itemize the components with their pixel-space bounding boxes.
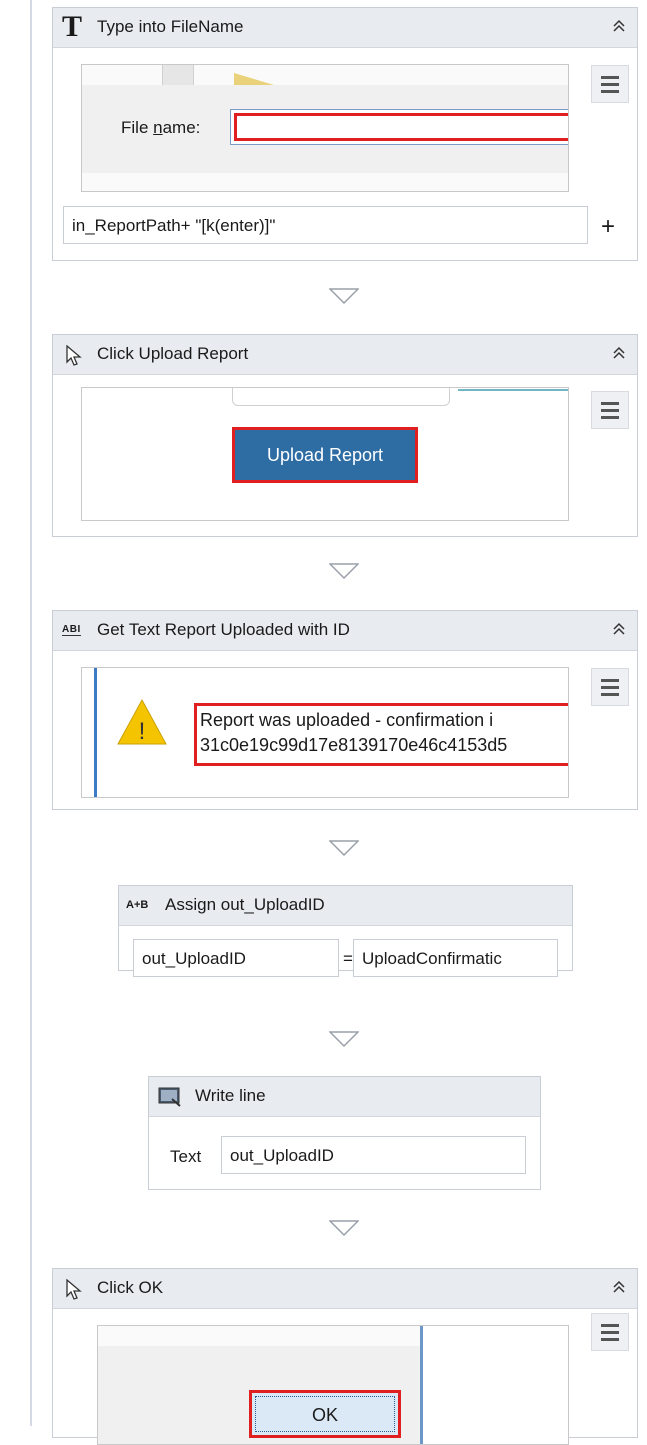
type-into-icon: T: [62, 10, 83, 43]
screenshot-divider: [420, 1326, 423, 1444]
upload-report-label: Upload Report: [266, 445, 384, 465]
sequence-connector-line: [30, 0, 32, 1426]
screenshot-toolbar-strip: [82, 65, 568, 85]
activity-menu-button[interactable]: [591, 1313, 629, 1351]
upload-report-target-button[interactable]: Upload Report: [232, 427, 418, 483]
activity-click-ok[interactable]: Click OK OK: [52, 1268, 638, 1445]
activity-type-into-filename[interactable]: T Type into FileName File name: in_Repor…: [52, 7, 638, 261]
get-text-icon: ABI: [62, 624, 81, 636]
click-cursor-icon: [66, 345, 82, 366]
add-expression-button[interactable]: +: [593, 212, 623, 242]
warning-mark: !: [138, 718, 146, 745]
flow-down-arrow-icon: [329, 288, 359, 304]
file-name-label: File name:: [121, 118, 201, 137]
activity-title: Write line: [195, 1086, 266, 1105]
flow-down-arrow-icon: [329, 840, 359, 856]
screenshot-input-outline: [232, 388, 450, 406]
file-name-mnemonic: n: [153, 118, 163, 137]
activity-menu-button[interactable]: [591, 391, 629, 429]
assign-equals-sign: =: [343, 949, 353, 968]
activity-get-text[interactable]: ABI Get Text Report Uploaded with ID ! R…: [52, 610, 638, 810]
collapse-chevron-icon[interactable]: [611, 621, 627, 637]
activity-title: Type into FileName: [97, 17, 244, 36]
screenshot-bottom-strip: [82, 173, 568, 191]
collapse-chevron-icon[interactable]: [611, 18, 627, 34]
write-line-icon: [158, 1087, 181, 1107]
activity-menu-button[interactable]: [591, 668, 629, 706]
ok-target-button[interactable]: OK: [249, 1390, 401, 1438]
target-screenshot: ! Report was uploaded - confirmation i 3…: [81, 667, 569, 798]
activity-menu-button[interactable]: [591, 65, 629, 103]
screenshot-top-strip: [98, 1326, 420, 1346]
collapse-chevron-icon[interactable]: [611, 1279, 627, 1295]
target-screenshot: OK: [97, 1325, 569, 1445]
ok-label: OK: [311, 1405, 338, 1425]
activity-click-upload-report[interactable]: Click Upload Report Upload Report: [52, 334, 638, 537]
click-cursor-icon: [66, 1279, 82, 1300]
flow-down-arrow-icon: [329, 1031, 359, 1047]
activity-header[interactable]: T Type into FileName: [53, 8, 637, 48]
activity-header[interactable]: Click OK: [53, 1269, 637, 1309]
activity-assign[interactable]: A+B Assign out_UploadID out_UploadID = U…: [118, 885, 573, 977]
activity-write-line[interactable]: Write line Text out_UploadID: [148, 1076, 541, 1190]
confirmation-line-1: Report was uploaded - confirmation i: [200, 710, 494, 730]
text-expression-field[interactable]: in_ReportPath+ "[k(enter)]": [63, 206, 588, 244]
confirmation-line-2: 31c0e19c99d17e8139170e46c4153d5: [200, 735, 508, 755]
screenshot-left-bar: [94, 668, 97, 797]
screenshot-accent-line: [458, 389, 568, 391]
assign-to-field[interactable]: out_UploadID: [133, 939, 339, 977]
activity-title: Assign out_UploadID: [165, 895, 325, 914]
assign-icon: A+B: [126, 899, 149, 911]
selection-highlight: [234, 113, 568, 141]
activity-header[interactable]: Write line: [149, 1077, 540, 1117]
write-line-text-field[interactable]: out_UploadID: [221, 1136, 526, 1174]
text-label: Text: [170, 1147, 202, 1166]
screenshot-toolbar-tab: [162, 65, 194, 85]
folder-hint-icon: [234, 73, 274, 85]
assign-value-field[interactable]: UploadConfirmatic: [353, 939, 558, 977]
activity-header[interactable]: A+B Assign out_UploadID: [119, 886, 572, 926]
activity-header[interactable]: Click Upload Report: [53, 335, 637, 375]
flow-down-arrow-icon: [329, 1220, 359, 1236]
file-name-target-input[interactable]: [230, 109, 568, 145]
activity-title: Click OK: [97, 1278, 164, 1297]
target-screenshot: File name:: [81, 64, 569, 192]
activity-title: Get Text Report Uploaded with ID: [97, 620, 350, 639]
activity-title: Click Upload Report: [97, 344, 249, 363]
target-screenshot: Upload Report: [81, 387, 569, 521]
confirmation-text-target[interactable]: Report was uploaded - confirmation i 31c…: [194, 703, 568, 766]
collapse-chevron-icon[interactable]: [611, 345, 627, 361]
activity-header[interactable]: ABI Get Text Report Uploaded with ID: [53, 611, 637, 651]
flow-down-arrow-icon: [329, 563, 359, 579]
